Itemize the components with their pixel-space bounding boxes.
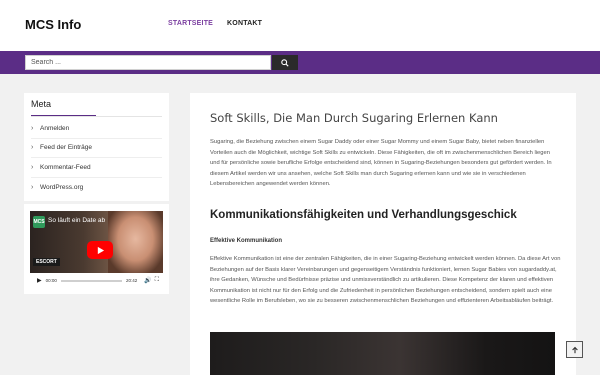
widget-divider xyxy=(31,116,162,117)
fullscreen-icon[interactable]: ⛶ xyxy=(155,277,159,284)
meta-list: › Anmelden › Feed der Einträge › Kommentar-… xyxy=(31,119,162,197)
meta-link-label[interactable]: Feed der Einträge xyxy=(40,144,92,151)
site-title[interactable]: MCS Info xyxy=(25,17,81,32)
meta-link-anmelden[interactable]: › Anmelden xyxy=(31,119,162,139)
nav-item-kontakt[interactable]: KONTAKT xyxy=(227,20,262,27)
post-image xyxy=(210,332,555,375)
nav-item-startseite[interactable]: STARTSEITE xyxy=(168,20,213,27)
chevron-right-icon: › xyxy=(31,124,34,132)
subheading: Effektive Kommunikation xyxy=(210,238,283,244)
meta-link-label[interactable]: Kommentar-Feed xyxy=(40,164,91,171)
main-content: Soft Skills, Die Man Durch Sugaring Erle… xyxy=(190,93,576,375)
main-nav: STARTSEITE KONTAKT xyxy=(168,20,262,27)
video-play-button[interactable] xyxy=(87,241,113,259)
meta-link-feed-eintraege[interactable]: › Feed der Einträge xyxy=(31,139,162,158)
video-progress-bar[interactable] xyxy=(60,279,123,282)
volume-icon[interactable]: 🔊 xyxy=(144,277,151,284)
meta-link-label[interactable]: Anmelden xyxy=(40,125,69,132)
meta-link-kommentar-feed[interactable]: › Kommentar-Feed xyxy=(31,158,162,178)
search-button[interactable] xyxy=(272,55,298,70)
chevron-right-icon: › xyxy=(31,183,34,191)
search-input[interactable] xyxy=(25,55,271,70)
widget-title-underline xyxy=(31,115,96,116)
video-duration: 20:42 xyxy=(126,278,138,283)
video-title[interactable]: So läuft ein Date ab xyxy=(48,217,105,224)
video-overlay-label: ESCORT xyxy=(33,258,60,266)
channel-logo[interactable]: MCS xyxy=(33,216,45,228)
post-title: Soft Skills, Die Man Durch Sugaring Erle… xyxy=(210,111,498,125)
section-heading: Kommunikationsfähigkeiten und Verhandlun… xyxy=(210,209,517,221)
meta-link-wordpress[interactable]: › WordPress.org xyxy=(31,178,162,198)
arrow-up-icon xyxy=(571,346,578,353)
chevron-right-icon: › xyxy=(31,144,34,152)
meta-widget-title: Meta xyxy=(31,99,52,109)
video-player[interactable]: MCS So läuft ein Date ab ESCORT ▶ 00:00 … xyxy=(30,211,163,288)
video-thumbnail-person xyxy=(108,211,163,273)
video-current-time: 00:00 xyxy=(45,278,57,283)
video-widget: MCS So läuft ein Date ab ESCORT ▶ 00:00 … xyxy=(24,204,169,294)
meta-link-label[interactable]: WordPress.org xyxy=(40,184,83,191)
section-text: Effektive Kommunikation ist eine der zen… xyxy=(210,256,561,304)
site-header: MCS Info STARTSEITE KONTAKT xyxy=(0,0,600,51)
chevron-right-icon: › xyxy=(31,163,34,171)
post-intro: Sugaring, die Beziehung zwischen einem S… xyxy=(210,139,552,187)
back-to-top-button[interactable] xyxy=(566,341,583,358)
search-icon xyxy=(281,58,289,67)
play-icon xyxy=(97,246,104,254)
play-control-icon[interactable]: ▶ xyxy=(37,277,42,284)
video-controls: ▶ 00:00 20:42 🔊 ⛶ xyxy=(30,273,163,288)
meta-widget: Meta › Anmelden › Feed der Einträge › Komme… xyxy=(24,93,169,201)
